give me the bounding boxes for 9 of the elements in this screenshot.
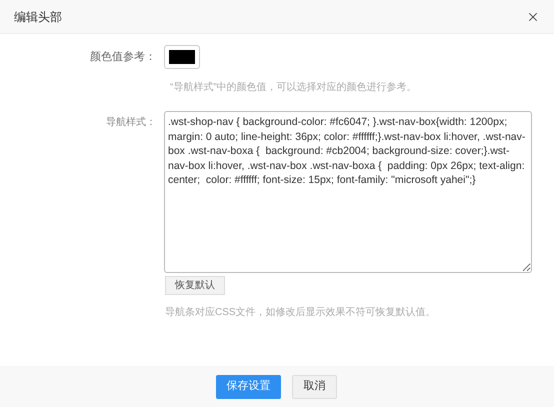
nav-hint: 导航条对应CSS文件，如修改后显示效果不符可恢复默认值。 [165,306,437,320]
dialog-title: 编辑头部 [14,8,62,26]
color-reference-label: 颜色值参考： [89,50,157,65]
cancel-button[interactable]: 取消 [292,374,337,398]
css-textarea[interactable]: .wst-shop-nav { background-color: #fc6047; }.wst-nav-box{width: 1200px; margin: 0 auto; line-height: 36px; color: #ffffff;}.wst-nav-box li:hover, .wst-nav-box .wst-nav-boxa { background: #cb2004; background-size: cover;}.wst-nav-box li:hover, .wst-nav-box .wst-nav-boxa { padding: 0px 26px; text-align: center; color: #ffffff; font-size: 15px; font-family: "microsoft yahei";} [164,111,532,273]
color-hint: “导航样式”中的颜色值，可以选择对应的颜色进行参考。 [170,80,418,95]
reset-button[interactable]: 恢复默认 [165,276,225,295]
color-picker[interactable] [164,45,200,69]
nav-style-label: 导航样式： [105,116,157,130]
